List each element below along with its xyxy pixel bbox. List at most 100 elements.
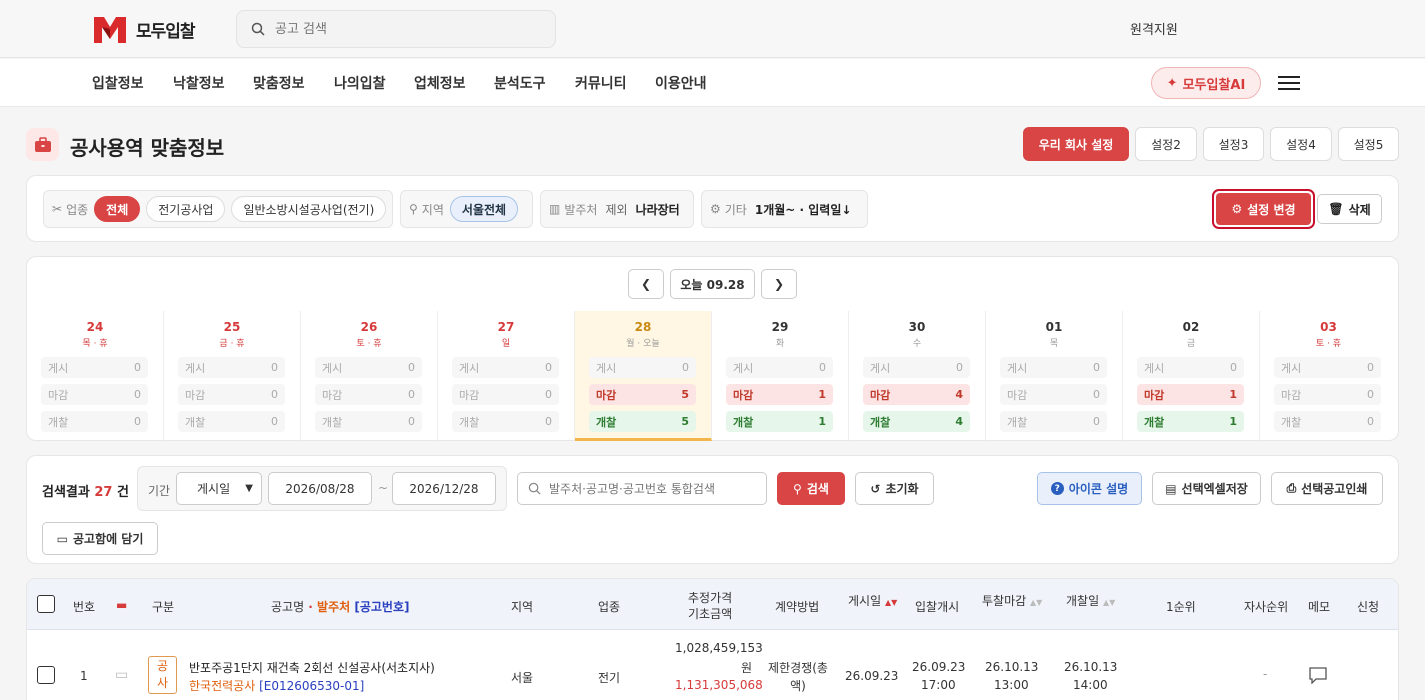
stat-deadline[interactable]: 마감 0 — [452, 384, 559, 405]
stat-opening[interactable]: 개찰 4 — [863, 411, 970, 432]
day-col-30[interactable]: 30 수 게시 0 마감 4 개찰 4 — [849, 311, 986, 441]
stat-posted[interactable]: 게시 0 — [315, 357, 422, 378]
stat-deadline[interactable]: 마감 5 — [589, 384, 696, 405]
menu-icon[interactable] — [1278, 73, 1300, 93]
date-to-input[interactable]: 2026/12/28 — [392, 472, 496, 505]
orderer-value[interactable]: 나라장터 — [636, 201, 680, 218]
period-select[interactable]: 게시일 ▼ — [176, 472, 262, 505]
stat-posted[interactable]: 게시 0 — [1274, 357, 1381, 378]
settings-tab-5[interactable]: 설정5 — [1338, 127, 1399, 161]
day-col-25[interactable]: 25 금 · 휴 게시 0 마감 0 개찰 0 — [164, 311, 301, 441]
next-week-button[interactable]: ❯ — [761, 269, 797, 299]
col-header-posted[interactable]: 게시일 ▲▼ — [848, 592, 897, 609]
stat-label: 개찰 — [1281, 415, 1302, 429]
day-col-01[interactable]: 01 목 게시 0 마감 0 개찰 0 — [986, 311, 1123, 441]
stat-deadline[interactable]: 마감 1 — [1137, 384, 1244, 405]
day-col-27[interactable]: 27 일 게시 0 마감 0 개찰 0 — [438, 311, 575, 441]
delete-button[interactable]: 🗑 삭제 — [1317, 194, 1382, 224]
print-button[interactable]: ⎙ 선택공고인쇄 — [1271, 472, 1383, 505]
inbox-icon[interactable]: ▭ — [115, 667, 128, 683]
col-header-bid-close[interactable]: 투찰마감 ▲▼ — [982, 592, 1042, 609]
stat-deadline[interactable]: 마감 1 — [726, 384, 833, 405]
global-search-input[interactable] — [275, 21, 535, 37]
today-button[interactable]: 오늘 09.28 — [670, 269, 755, 299]
stat-posted[interactable]: 게시 0 — [41, 357, 148, 378]
region-chip-seoul[interactable]: 서울전체 — [449, 196, 519, 222]
orderer-exclude-label: 제외 — [605, 202, 628, 217]
global-search[interactable] — [236, 10, 556, 48]
industry-chip-electrical[interactable]: 전기공사업 — [146, 196, 226, 222]
settings-tab-2[interactable]: 설정2 — [1135, 127, 1197, 161]
stat-posted[interactable]: 게시 0 — [1137, 357, 1244, 378]
tools-icon: ✂ — [52, 202, 63, 216]
day-col-02[interactable]: 02 금 게시 0 마감 1 개찰 1 — [1123, 311, 1260, 441]
day-weekday: 화 — [775, 339, 785, 349]
stat-deadline[interactable]: 마감 0 — [1274, 384, 1381, 405]
stat-posted[interactable]: 게시 0 — [863, 357, 970, 378]
stat-deadline[interactable]: 마감 0 — [315, 384, 422, 405]
stat-posted[interactable]: 게시 0 — [726, 357, 833, 378]
stat-posted[interactable]: 게시 0 — [1000, 357, 1107, 378]
row-orderer-notice[interactable]: 한국전력공사 [E012606530-01] — [189, 677, 364, 694]
select-all-checkbox[interactable] — [37, 595, 55, 613]
settings-tab-company[interactable]: 우리 회사 설정 — [1023, 127, 1129, 161]
query-search-box[interactable] — [517, 472, 767, 505]
nav-item-community[interactable]: 커뮤니티 — [575, 73, 627, 93]
row-title[interactable]: 반포주공1단지 재건축 2회선 신설공사(서초지사) — [189, 659, 435, 676]
ai-button-label: 모두입찰AI — [1182, 77, 1246, 93]
nav-item-custom-info[interactable]: 맞춤정보 — [253, 73, 305, 93]
reset-button[interactable]: ↺ 초기화 — [855, 472, 934, 505]
day-col-28-today[interactable]: 28 월 · 오늘 게시 0 마감 5 개찰 5 — [575, 311, 712, 441]
day-col-26[interactable]: 26 토 · 휴 게시 0 마감 0 개찰 0 — [301, 311, 438, 441]
industry-chip-fire[interactable]: 일반소방시설공사업(전기) — [231, 196, 387, 222]
nav-item-company-info[interactable]: 업체정보 — [414, 73, 466, 93]
col-header-open-label: 개찰일 — [1066, 594, 1100, 608]
stat-opening[interactable]: 개찰 1 — [726, 411, 833, 432]
stat-deadline[interactable]: 마감 0 — [41, 384, 148, 405]
nav-item-analysis-tools[interactable]: 분석도구 — [494, 73, 546, 93]
memo-icon[interactable] — [1308, 666, 1328, 688]
inbox-icon[interactable]: ▬ — [116, 598, 127, 612]
day-col-03[interactable]: 03 토 · 휴 게시 0 마감 0 개찰 0 — [1260, 311, 1397, 441]
day-col-24[interactable]: 24 목 · 휴 게시 0 마감 0 개찰 0 — [27, 311, 164, 441]
stat-posted[interactable]: 게시 0 — [178, 357, 285, 378]
stat-posted[interactable]: 게시 0 — [452, 357, 559, 378]
stat-opening[interactable]: 개찰 0 — [1274, 411, 1381, 432]
row-checkbox[interactable] — [37, 666, 55, 684]
stat-opening[interactable]: 개찰 0 — [41, 411, 148, 432]
col-header-title[interactable]: 공고명 · 발주처 [공고번호] — [271, 598, 409, 615]
stat-opening[interactable]: 개찰 0 — [1000, 411, 1107, 432]
stat-deadline[interactable]: 마감 4 — [863, 384, 970, 405]
col-header-open[interactable]: 개찰일 ▲▼ — [1066, 592, 1115, 609]
settings-tab-4[interactable]: 설정4 — [1270, 127, 1332, 161]
stat-opening[interactable]: 개찰 5 — [589, 411, 696, 432]
nav-item-award-info[interactable]: 낙찰정보 — [173, 73, 225, 93]
stat-opening[interactable]: 개찰 0 — [178, 411, 285, 432]
date-from-input[interactable]: 2026/08/28 — [268, 472, 372, 505]
edit-settings-button[interactable]: ⚙ 설정 변경 — [1212, 189, 1315, 229]
icon-help-button[interactable]: ? 아이콘 설명 — [1037, 472, 1142, 505]
stat-deadline[interactable]: 마감 0 — [1000, 384, 1107, 405]
remote-support-link[interactable]: 원격지원 — [1130, 19, 1178, 38]
region-filter: ⚲ 지역 서울전체 — [400, 190, 533, 228]
query-input[interactable] — [549, 481, 764, 496]
nav-item-guide[interactable]: 이용안내 — [655, 73, 707, 93]
nav-item-bid-info[interactable]: 입찰정보 — [92, 73, 144, 93]
sort-icon: ▲▼ — [884, 598, 898, 607]
stat-posted[interactable]: 게시 0 — [589, 357, 696, 378]
settings-tab-3[interactable]: 설정3 — [1203, 127, 1264, 161]
etc-value[interactable]: 1개월~ · 입력일↓ — [755, 201, 852, 218]
stat-deadline[interactable]: 마감 0 — [178, 384, 285, 405]
industry-chip-all[interactable]: 전체 — [94, 196, 141, 222]
stat-opening[interactable]: 개찰 0 — [452, 411, 559, 432]
stat-opening[interactable]: 개찰 1 — [1137, 411, 1244, 432]
save-to-box-button[interactable]: ▭ 공고함에 담기 — [42, 522, 158, 555]
ai-button[interactable]: ✦ 모두입찰AI — [1151, 67, 1261, 99]
search-button[interactable]: ⚲ 검색 — [777, 472, 845, 505]
logo[interactable]: 모두입찰 — [92, 13, 196, 45]
nav-item-my-bids[interactable]: 나의입찰 — [334, 73, 386, 93]
prev-week-button[interactable]: ❮ — [628, 269, 664, 299]
excel-save-button[interactable]: ▤ 선택엑셀저장 — [1152, 472, 1261, 505]
day-col-29[interactable]: 29 화 게시 0 마감 1 개찰 1 — [712, 311, 849, 441]
stat-opening[interactable]: 개찰 0 — [315, 411, 422, 432]
